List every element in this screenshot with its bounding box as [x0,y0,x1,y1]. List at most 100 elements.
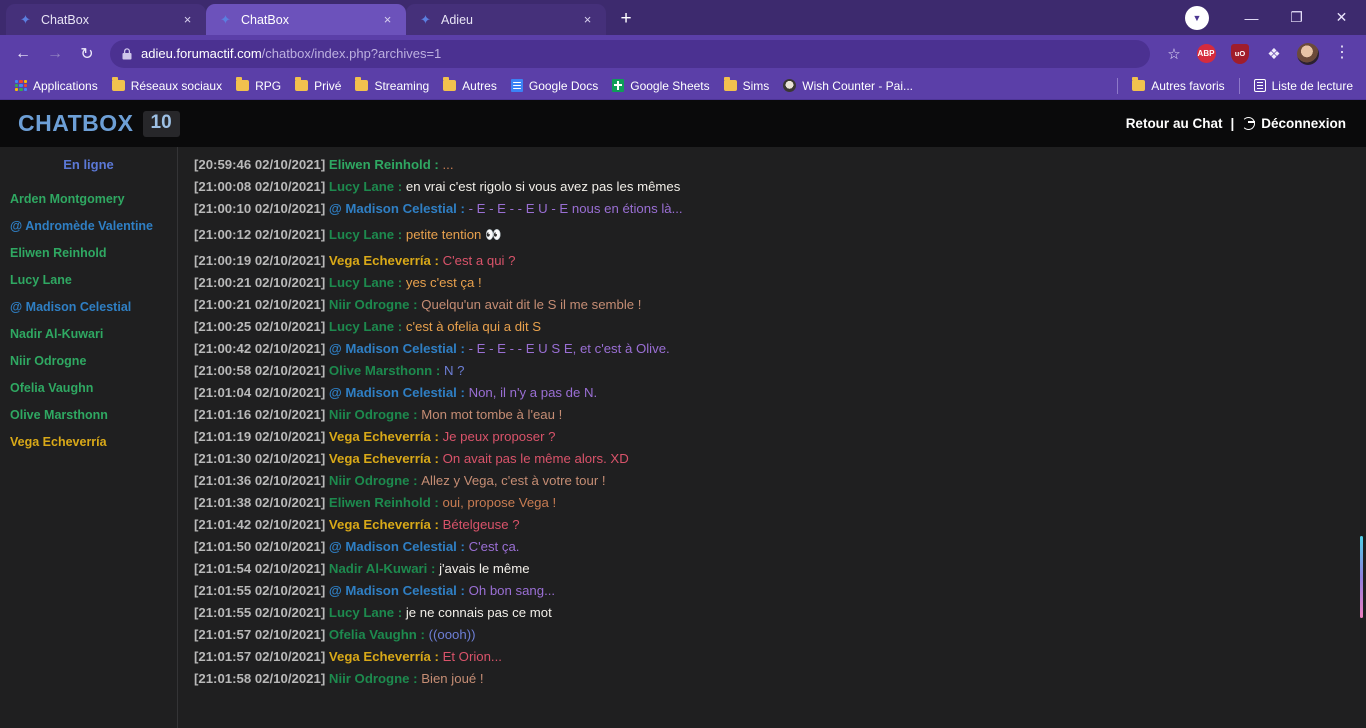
chat-messages-panel[interactable]: [20:59:46 02/10/2021] Eliwen Reinhold : … [178,147,1366,728]
message-timestamp: [21:01:36 02/10/2021] [194,473,326,488]
online-user-item[interactable]: Niir Odrogne [0,352,177,370]
message-colon: : [409,407,422,422]
url-path: /chatbox/index.php?archives=1 [261,46,442,61]
message-author[interactable]: Niir Odrogne [325,671,410,686]
maximize-button[interactable]: ❐ [1274,0,1319,35]
chatbox-body: En ligne Arden Montgomery @ Andromède Val… [0,147,1366,728]
online-user-item[interactable]: Nadir Al-Kuwari [0,325,177,343]
chat-message: [21:01:38 02/10/2021] Eliwen Reinhold : … [194,492,1352,514]
message-author[interactable]: Vega Echeverría [325,253,431,268]
message-colon: : [456,539,469,554]
bookmark-google-sheets[interactable]: Google Sheets [605,76,716,96]
message-author[interactable]: Eliwen Reinhold [325,495,431,510]
profile-avatar[interactable] [1295,41,1321,67]
online-user-item[interactable]: Vega Echeverría [0,433,177,451]
bookmark-sims[interactable]: Sims [717,76,777,96]
message-author[interactable]: Niir Odrogne [325,297,410,312]
bookmark-autres-favoris[interactable]: Autres favoris [1125,76,1231,96]
bookmark-star-icon[interactable]: ☆ [1160,40,1188,68]
message-author[interactable]: Eliwen Reinhold [325,157,431,172]
bookmark-applications[interactable]: Applications [8,76,105,96]
message-author[interactable]: Olive Marsthonn [325,363,432,378]
online-user-item[interactable]: Ofelia Vaughn [0,379,177,397]
profile-chevron-icon[interactable]: ▼ [1185,5,1209,30]
message-author[interactable]: Vega Echeverría [325,451,431,466]
online-user-item[interactable]: @ Andromède Valentine [0,217,177,235]
message-author[interactable]: Ofelia Vaughn [325,627,417,642]
bookmark-label: Liste de lecture [1271,78,1353,93]
sidebar-title: En ligne [63,157,114,172]
reload-button[interactable]: ↻ [72,39,102,69]
online-user-item[interactable]: Arden Montgomery [0,190,177,208]
adblock-plus-icon[interactable]: ABP [1193,41,1219,67]
message-colon: : [430,253,443,268]
chat-message: [21:01:16 02/10/2021] Niir Odrogne : Mon… [194,404,1352,426]
back-button[interactable]: ← [8,39,38,69]
message-author[interactable]: @ Madison Celestial [325,201,457,216]
chat-message: [21:00:21 02/10/2021] Niir Odrogne : Que… [194,294,1352,316]
message-text: Oh bon sang... [468,583,556,598]
message-author[interactable]: @ Madison Celestial [325,341,457,356]
ublock-origin-icon[interactable]: uO [1227,41,1253,67]
tab-chatbox-2[interactable]: ✦ ChatBox × [206,4,406,35]
online-user-item[interactable]: Lucy Lane [0,271,177,289]
chat-message: [21:01:55 02/10/2021] Lucy Lane : je ne … [194,602,1352,624]
message-author[interactable]: Lucy Lane [325,605,394,620]
google-docs-icon [510,79,523,92]
message-author[interactable]: Niir Odrogne [325,407,410,422]
tab-close-icon[interactable]: × [579,11,596,28]
extensions-puzzle-icon[interactable]: ❖ [1261,41,1287,67]
logout-button[interactable]: Déconnexion [1242,116,1346,131]
message-author[interactable]: Lucy Lane [325,179,394,194]
bookmark-label: Google Docs [528,78,599,93]
message-colon: : [430,517,443,532]
browser-menu-icon[interactable]: ⋮ [1329,41,1355,67]
chat-scrollbar[interactable] [1360,536,1363,618]
tab-close-icon[interactable]: × [179,11,196,28]
message-author[interactable]: Lucy Lane [325,319,394,334]
bookmark-label: Streaming [374,78,430,93]
chatbox-header: CHATBOX 10 Retour au Chat | Déconnexion [0,100,1366,147]
message-colon: : [409,671,422,686]
message-colon: : [409,473,422,488]
message-author[interactable]: @ Madison Celestial [325,385,457,400]
forward-button[interactable]: → [40,39,70,69]
message-author[interactable]: @ Madison Celestial [325,539,457,554]
close-window-button[interactable]: ✕ [1319,0,1364,35]
message-timestamp: [21:01:19 02/10/2021] [194,429,326,444]
back-to-chat-link[interactable]: Retour au Chat [1126,116,1223,131]
tab-adieu[interactable]: ✦ Adieu × [406,4,606,35]
chat-message: [21:00:42 02/10/2021] @ Madison Celestia… [194,338,1352,360]
message-text: Quelqu'un avait dit le S il me semble ! [421,297,642,312]
message-colon: : [456,341,469,356]
online-user-item[interactable]: Olive Marsthonn [0,406,177,424]
message-text: ... [442,157,454,172]
message-author[interactable]: Niir Odrogne [325,473,410,488]
bookmark-wish-counter[interactable]: Wish Counter - Pai... [776,76,920,96]
message-author[interactable]: Nadir Al-Kuwari [325,561,427,576]
message-author[interactable]: Lucy Lane [325,227,394,242]
new-tab-button[interactable]: + [612,5,640,33]
chat-message: [21:01:57 02/10/2021] Ofelia Vaughn : ((… [194,624,1352,646]
bookmark-prive[interactable]: Privé [288,76,348,96]
message-author[interactable]: Vega Echeverría [325,517,431,532]
bookmark-streaming[interactable]: Streaming [348,76,436,96]
reading-list-button[interactable]: Liste de lecture [1247,76,1360,96]
message-author[interactable]: @ Madison Celestial [325,583,457,598]
address-bar[interactable]: adieu.forumactif.com/chatbox/index.php?a… [110,39,1150,68]
tab-close-icon[interactable]: × [379,11,396,28]
chatbox-header-actions: Retour au Chat | Déconnexion [1126,116,1346,131]
tab-chatbox-1[interactable]: ✦ ChatBox × [6,4,206,35]
message-timestamp: [21:01:38 02/10/2021] [194,495,326,510]
bookmark-google-docs[interactable]: Google Docs [504,76,605,96]
bookmark-autres[interactable]: Autres [436,76,504,96]
star-favicon: ✦ [220,12,231,27]
message-author[interactable]: Vega Echeverría [325,649,431,664]
online-user-item[interactable]: Eliwen Reinhold [0,244,177,262]
bookmark-rpg[interactable]: RPG [229,76,288,96]
minimize-button[interactable]: — [1229,0,1274,35]
bookmark-reseaux-sociaux[interactable]: Réseaux sociaux [105,76,229,96]
message-author[interactable]: Vega Echeverría [325,429,431,444]
online-user-item[interactable]: @ Madison Celestial [0,298,177,316]
message-author[interactable]: Lucy Lane [325,275,394,290]
